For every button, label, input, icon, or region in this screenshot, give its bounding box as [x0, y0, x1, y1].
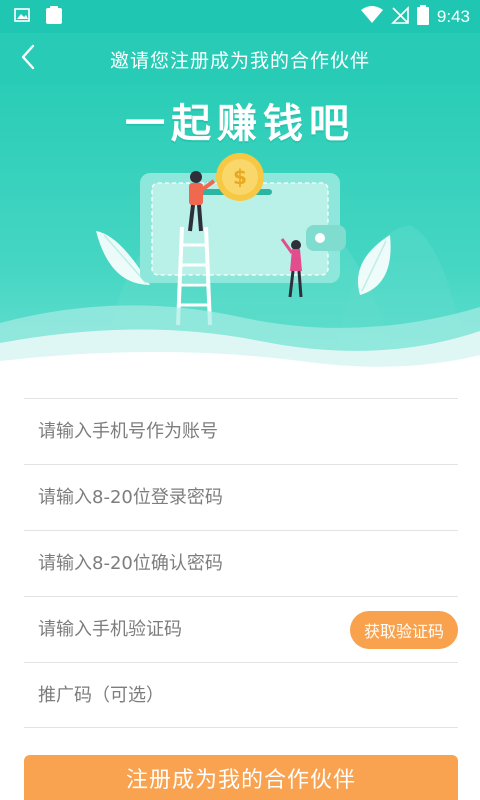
coin-symbol: $ [233, 165, 247, 189]
sms-code-field-row: 获取验证码 [24, 596, 458, 662]
back-button[interactable] [10, 41, 46, 77]
status-time: 9:43 [436, 6, 470, 26]
password-field-row [24, 464, 458, 530]
status-left-icons [14, 5, 64, 29]
app-bar: 邀请您注册成为我的合作伙伴 [0, 33, 480, 85]
phone-input[interactable] [38, 421, 338, 442]
image-icon [14, 7, 30, 27]
hero-banner: 一起赚钱吧 $ [0, 85, 480, 385]
phone-field-row [24, 398, 458, 464]
page-title: 邀请您注册成为我的合作伙伴 [109, 49, 370, 72]
password-input[interactable] [38, 487, 338, 508]
no-signal-icon [390, 5, 409, 28]
chevron-left-icon [20, 44, 36, 74]
registration-form: 获取验证码 [24, 398, 458, 728]
status-bar: 9:43 [0, 0, 480, 33]
battery-icon [416, 4, 429, 29]
referral-code-input[interactable] [38, 684, 338, 706]
hero-heading: 一起赚钱吧 [125, 101, 355, 147]
status-right-icons: 9:43 [360, 4, 470, 29]
referral-field-row [24, 662, 458, 728]
wifi-icon [360, 5, 383, 28]
clipboard-icon [44, 5, 64, 29]
register-button[interactable]: 注册成为我的合作伙伴 [24, 755, 458, 800]
sms-code-input[interactable] [38, 619, 338, 640]
confirm-password-input[interactable] [38, 553, 338, 574]
get-code-button[interactable]: 获取验证码 [350, 611, 458, 649]
confirm-password-field-row [24, 530, 458, 596]
